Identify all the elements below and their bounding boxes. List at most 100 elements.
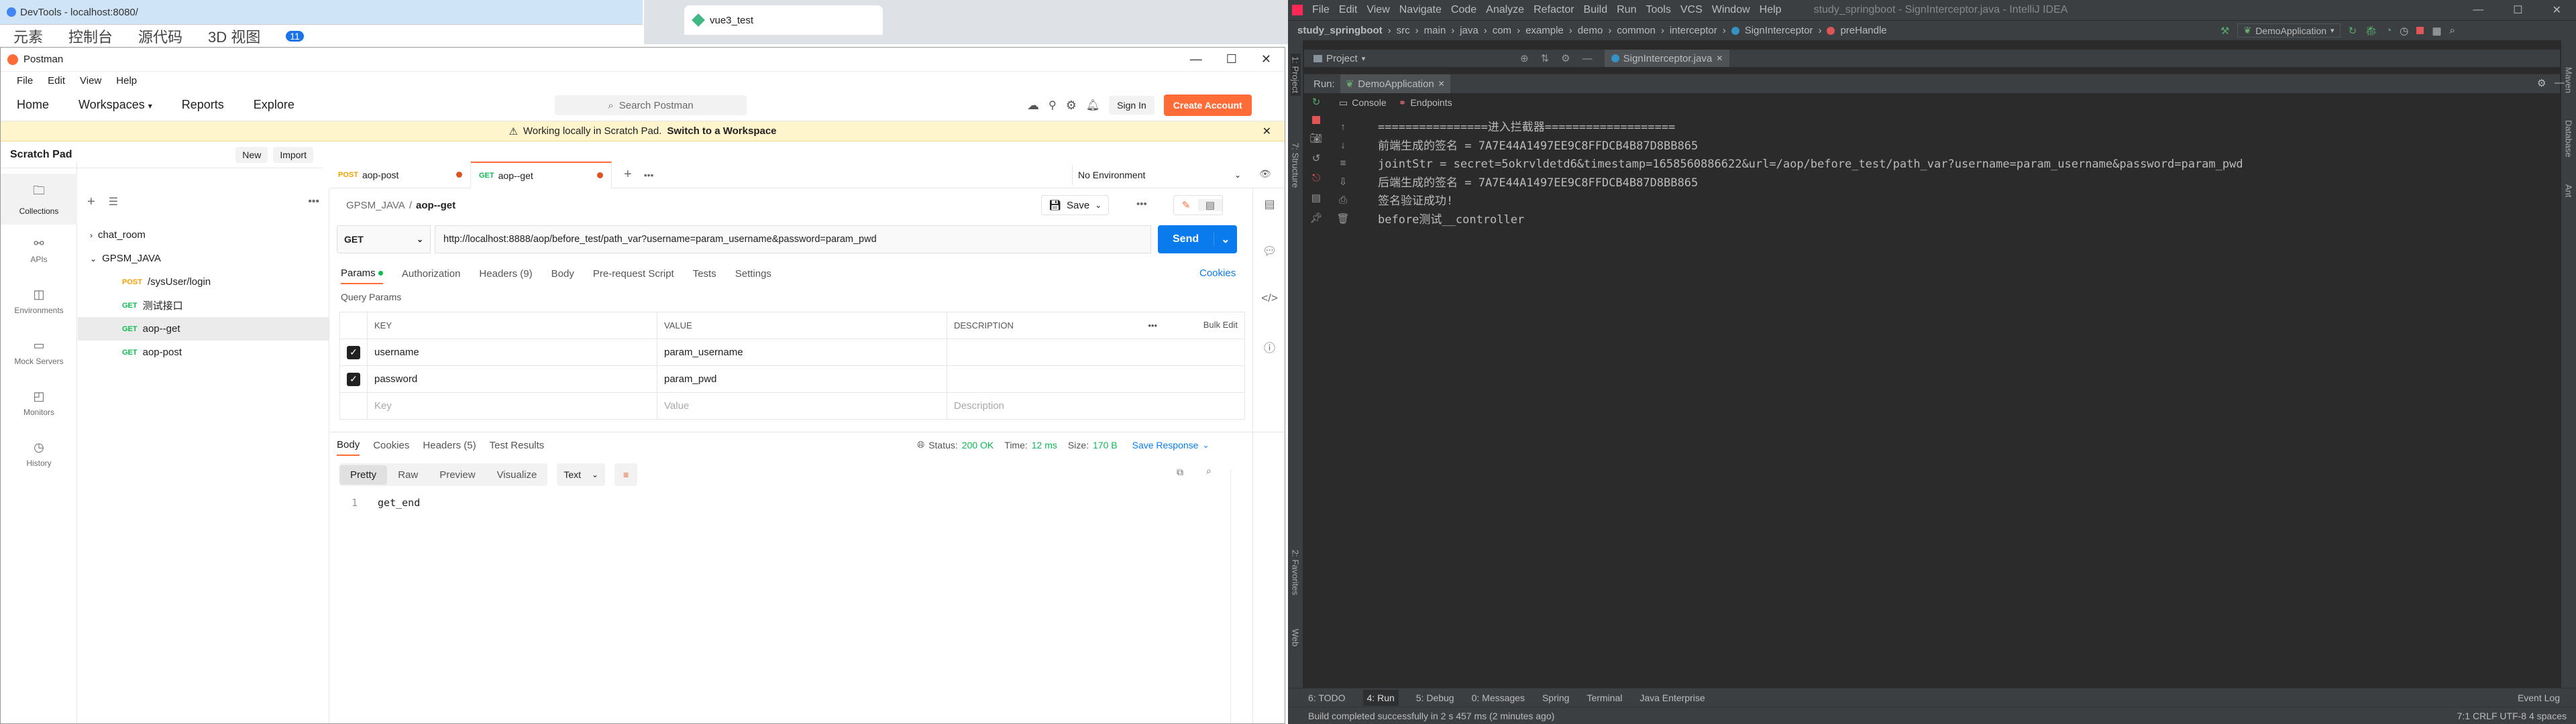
url-input[interactable]: http://localhost:8888/aop/before_test/pa… [435, 225, 1151, 253]
satellite-icon[interactable]: ⚲ [1049, 99, 1057, 112]
more-icon[interactable]: ••• [1148, 320, 1157, 330]
search-everywhere-icon[interactable]: ⌕ [2450, 25, 2455, 36]
console-tab[interactable]: ▭ Console [1339, 97, 1387, 109]
format-select[interactable]: Text ⌄ [557, 463, 606, 486]
search-box[interactable]: ⌕ Search Postman [555, 95, 747, 115]
breadcrumb-item[interactable]: common [1617, 25, 1656, 36]
soft-wrap-icon[interactable]: ≡ [1340, 158, 1346, 169]
run-config-select[interactable]: ❦ DemoApplication ▾ [2237, 23, 2341, 38]
bell-icon[interactable]: 🔔︎ [1086, 99, 1099, 112]
tool-database[interactable]: Database [2564, 120, 2574, 158]
tool-java-enterprise[interactable]: Java Enterprise [1640, 692, 1705, 703]
wrap-lines-icon[interactable]: ≡ [614, 463, 638, 486]
import-button[interactable]: Import [273, 146, 313, 163]
breadcrumb-item[interactable]: main [1424, 25, 1446, 36]
hammer-icon[interactable]: ⚒ [2220, 25, 2229, 37]
debug-icon[interactable]: 🐞︎ [2365, 25, 2377, 37]
menu-help[interactable]: Help [116, 75, 137, 86]
nav-workspaces[interactable]: Workspaces ▾ [78, 98, 152, 112]
close-icon[interactable]: ✕ [1261, 52, 1271, 66]
devtools-tab[interactable]: 元素 [13, 25, 43, 47]
more-icon[interactable]: ••• [308, 196, 319, 208]
menu-item[interactable]: Code [1451, 4, 1477, 16]
down-icon[interactable]: ↓ [1340, 139, 1346, 151]
banner-link[interactable]: Switch to a Workspace [667, 125, 776, 137]
new-button[interactable]: New [235, 146, 268, 163]
tree-item-chat-room[interactable]: › chat_room [78, 223, 329, 247]
eye-icon[interactable]: 👁︎ [1259, 168, 1271, 180]
devtools-tab[interactable]: 控制台 [68, 25, 113, 47]
breadcrumb-item[interactable]: study_springboot [1297, 25, 1383, 36]
menu-item[interactable]: Build [1584, 4, 1608, 16]
rerun-icon[interactable]: ↻ [1312, 96, 1321, 108]
response-tab-tests[interactable]: Test Results [490, 440, 545, 451]
response-scrollbar[interactable] [1230, 470, 1238, 723]
camera-icon[interactable]: 📷︎ [1309, 132, 1322, 144]
tree-request[interactable]: GET 测试接口 [78, 294, 329, 317]
view-pretty[interactable]: Pretty [339, 465, 388, 485]
breadcrumb-item[interactable]: java [1460, 25, 1479, 36]
nav-home[interactable]: Home [17, 98, 49, 112]
method-select[interactable]: GET ⌄ [337, 225, 431, 253]
send-button[interactable]: Send ⌄ [1158, 225, 1237, 253]
response-tab-cookies[interactable]: Cookies [373, 440, 409, 451]
project-label[interactable]: Project [1326, 53, 1358, 64]
scroll-end-icon[interactable]: ⇩ [1339, 176, 1348, 188]
save-button[interactable]: 💾︎ Save ⌄ [1041, 195, 1110, 215]
pin-icon[interactable]: 📌︎ [1309, 212, 1322, 224]
filter-icon[interactable]: ☰ [109, 195, 118, 208]
stop-icon[interactable] [1312, 116, 1320, 124]
sidebar-collections[interactable]: 🗀︎ Collections [1, 174, 77, 225]
new-tab-icon[interactable]: + [624, 167, 632, 182]
collapse-icon[interactable]: ⇅ [1541, 52, 1550, 64]
sidebar-environments[interactable]: ◫ Environments [1, 276, 77, 326]
tree-item-gpsm-java[interactable]: ⌄ GPSM_JAVA [78, 247, 329, 270]
tab-tests[interactable]: Tests [693, 268, 716, 280]
code-icon[interactable]: </> [1261, 292, 1278, 305]
stop-icon[interactable] [2416, 27, 2424, 34]
menu-item[interactable]: Tools [1646, 4, 1670, 16]
menu-edit[interactable]: Edit [48, 75, 65, 86]
trash-icon[interactable]: 🗑︎ [1336, 213, 1349, 225]
close-tab-icon[interactable]: ✕ [1438, 79, 1445, 88]
tab-pre-request[interactable]: Pre-request Script [593, 268, 674, 280]
menu-item[interactable]: View [1366, 4, 1389, 16]
view-preview[interactable]: Preview [429, 465, 486, 485]
bulk-edit-link[interactable]: Bulk Edit [1203, 320, 1238, 330]
browser-tab[interactable]: vue3_test [684, 5, 883, 35]
tool-run[interactable]: 4: Run [1362, 689, 1399, 706]
maximize-icon[interactable]: ☐ [2513, 3, 2522, 17]
minimize-icon[interactable]: — [1190, 52, 1202, 66]
breadcrumb-item[interactable]: SignInterceptor [1745, 25, 1813, 36]
nav-explore[interactable]: Explore [254, 98, 294, 112]
create-account-button[interactable]: Create Account [1163, 95, 1252, 116]
globe-icon[interactable]: ⊕ [1520, 52, 1529, 64]
restore-icon[interactable]: ↺ [1312, 152, 1321, 164]
close-tab-icon[interactable]: ✕ [1716, 54, 1723, 63]
param-description[interactable] [947, 365, 1245, 393]
tab-body[interactable]: Body [551, 268, 574, 280]
tree-request[interactable]: POST /sysUser/login [78, 270, 329, 294]
tool-web[interactable]: Web [1291, 629, 1301, 647]
environment-selector[interactable]: No Environment ⌄ [1072, 165, 1246, 185]
breadcrumb-item[interactable]: preHandle [1840, 25, 1886, 36]
sidebar-monitors[interactable]: ◰ Monitors [1, 377, 77, 428]
response-tab-headers[interactable]: Headers (5) [423, 440, 476, 451]
tool-maven[interactable]: Maven [2564, 67, 2574, 93]
menu-view[interactable]: View [80, 75, 101, 86]
description-placeholder[interactable]: Description [947, 392, 1245, 420]
devtools-tab[interactable]: 3D 视图 [208, 25, 260, 47]
tool-event-log[interactable]: Event Log [2518, 692, 2560, 703]
tool-terminal[interactable]: Terminal [1587, 692, 1622, 703]
param-key[interactable]: username [367, 339, 657, 366]
menu-item[interactable]: Navigate [1399, 4, 1442, 16]
param-description[interactable] [947, 339, 1245, 366]
menu-item[interactable]: VCS [1680, 4, 1703, 16]
editor-tab[interactable]: SignInterceptor.java ✕ [1604, 50, 1730, 67]
tool-favorites[interactable]: 2: Favorites [1291, 550, 1301, 595]
sidebar-mock-servers[interactable]: ▭ Mock Servers [1, 326, 77, 377]
hide-icon[interactable]: — [1582, 53, 1593, 64]
copy-icon[interactable]: ⧉ [1177, 467, 1183, 478]
settings-icon[interactable]: ⚙ [1066, 99, 1077, 113]
tool-ant[interactable]: Ant [2564, 184, 2574, 198]
